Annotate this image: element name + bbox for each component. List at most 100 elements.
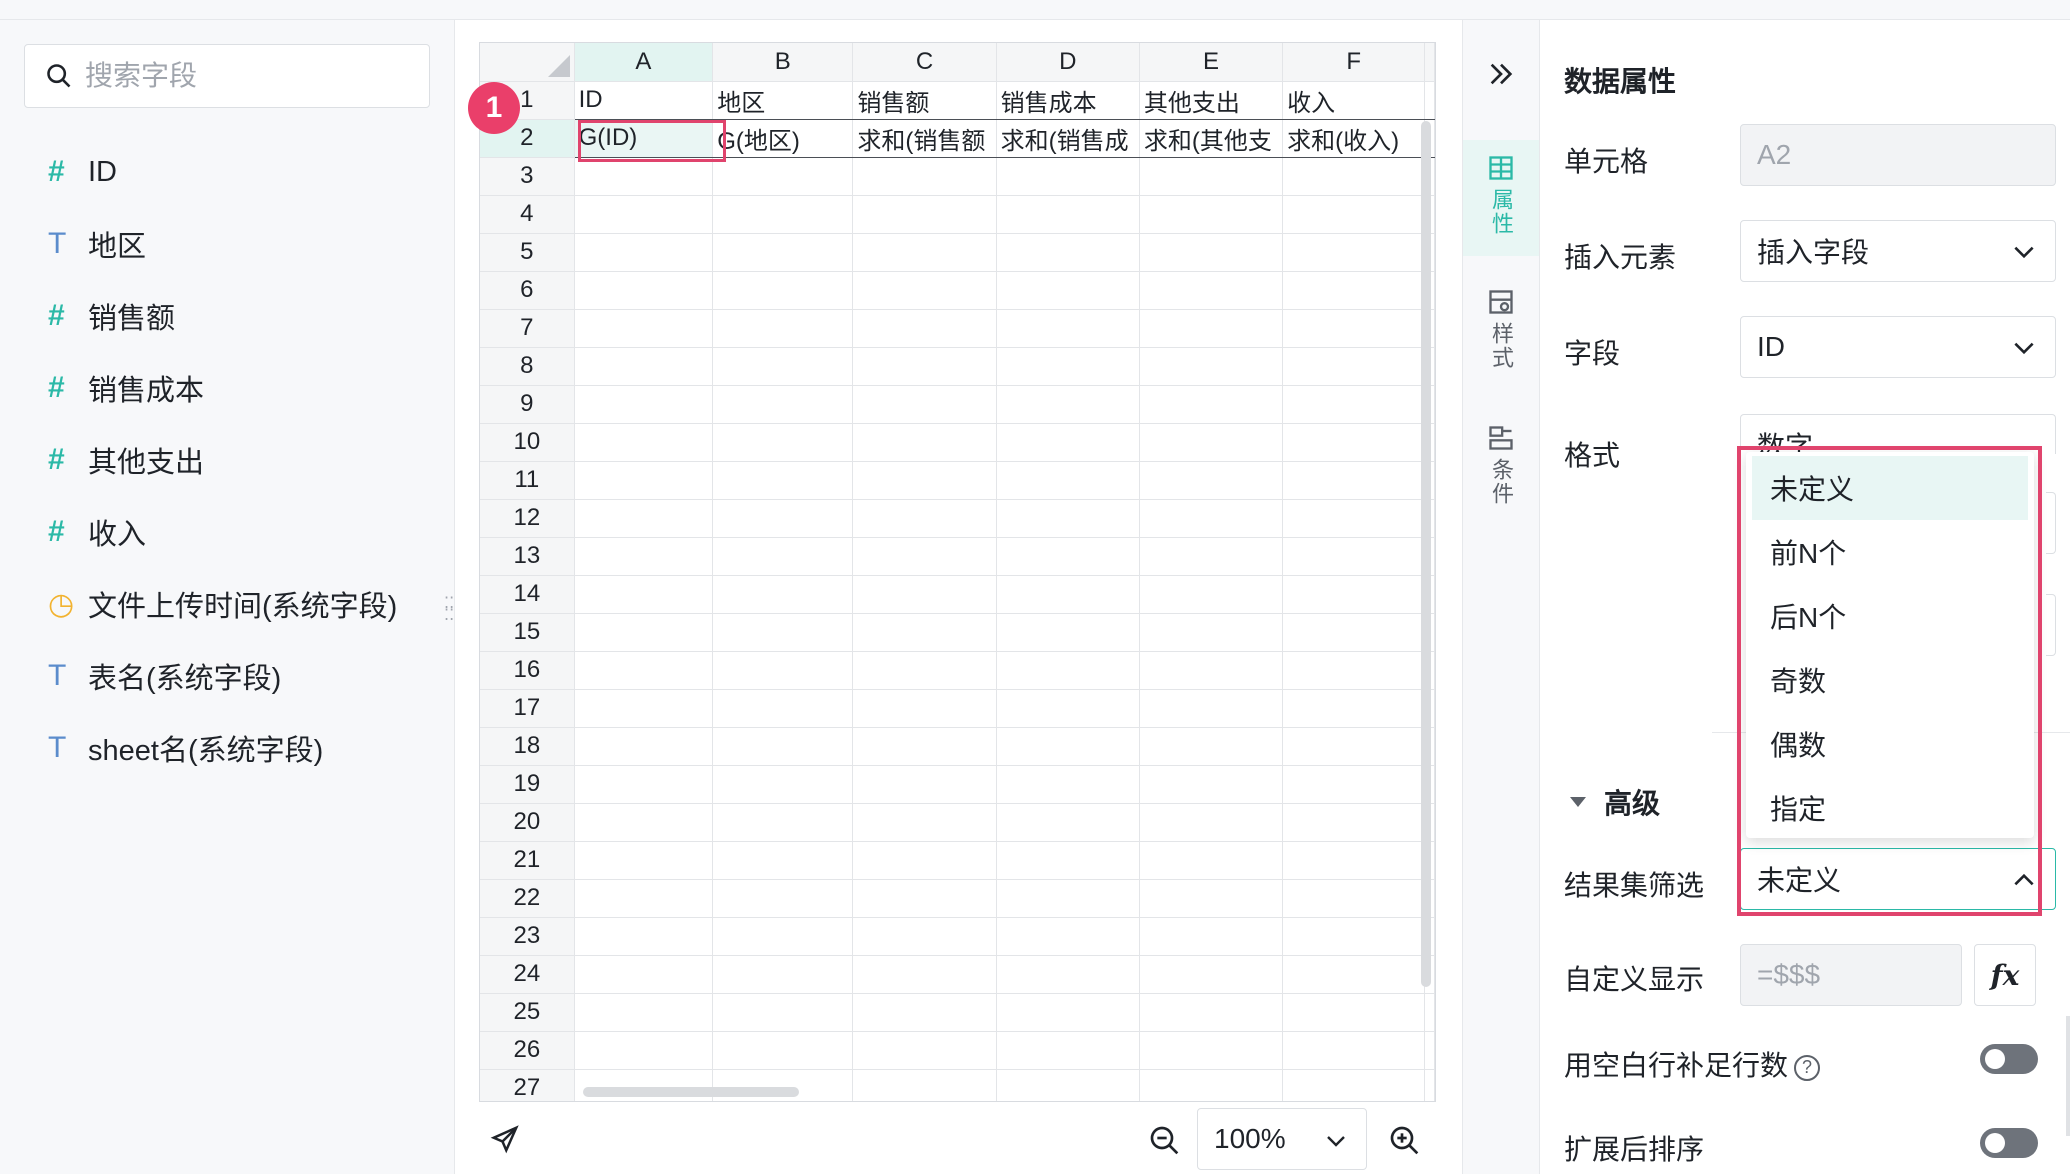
sheet-cell[interactable] <box>852 233 997 272</box>
sheet-cell[interactable] <box>574 879 714 918</box>
panel-scrollbar[interactable] <box>2066 1016 2070 1136</box>
sheet-cell[interactable]: 求和(销售成 <box>996 119 1140 158</box>
row-header[interactable]: 27 <box>480 1069 575 1101</box>
search-input[interactable] <box>85 60 415 92</box>
column-header[interactable]: D <box>996 43 1140 82</box>
sheet-cell[interactable] <box>996 803 1140 842</box>
row-header[interactable]: 8 <box>480 347 575 386</box>
tab-condition[interactable]: 条件 <box>1463 410 1539 526</box>
sheet-cell[interactable] <box>574 575 714 614</box>
sheet-cell[interactable] <box>1139 727 1284 766</box>
sheet-cell[interactable] <box>996 233 1140 272</box>
field-item[interactable]: # 销售成本 <box>48 352 397 424</box>
sheet-cell[interactable] <box>1282 271 1426 310</box>
row-header[interactable]: 14 <box>480 575 575 614</box>
sheet-cell[interactable] <box>712 917 854 956</box>
sheet-cell[interactable] <box>1282 575 1426 614</box>
search-box[interactable] <box>24 44 430 108</box>
sheet-cell[interactable] <box>852 879 997 918</box>
sheet-cell[interactable] <box>996 157 1140 196</box>
sheet-cell[interactable] <box>1139 993 1284 1032</box>
column-header[interactable]: A <box>574 43 714 82</box>
sheet-cell[interactable] <box>852 613 997 652</box>
sheet-cell[interactable] <box>574 765 714 804</box>
sheet-cell[interactable] <box>1282 347 1426 386</box>
sheet-cell[interactable]: 销售成本 <box>996 80 1140 120</box>
column-header[interactable]: B <box>712 43 854 82</box>
sheet-cell[interactable] <box>712 1069 854 1101</box>
sheet-cell[interactable] <box>712 1031 854 1070</box>
panel-resize-handle[interactable]: ⁚⁚ ⁚⁚ <box>444 596 464 634</box>
sheet-cell[interactable] <box>712 309 854 348</box>
row-header[interactable]: 4 <box>480 195 575 234</box>
sheet-cell[interactable] <box>1282 385 1426 424</box>
sheet-cell[interactable] <box>996 879 1140 918</box>
sheet-cell[interactable] <box>1282 1031 1426 1070</box>
row-header[interactable]: 20 <box>480 803 575 842</box>
sheet-cell[interactable] <box>996 1031 1140 1070</box>
sheet-cell[interactable] <box>852 423 997 462</box>
sheet-cell[interactable] <box>712 879 854 918</box>
sheet-cell[interactable]: 其他支出 <box>1139 80 1284 120</box>
row-header[interactable]: 24 <box>480 955 575 994</box>
dropdown-option[interactable]: 偶数 <box>1752 712 2028 776</box>
sort-after-expand-toggle[interactable] <box>1980 1128 2038 1158</box>
sheet-cell[interactable] <box>712 841 854 880</box>
row-header[interactable]: 13 <box>480 537 575 576</box>
dropdown-option[interactable]: 奇数 <box>1752 648 2028 712</box>
sheet-cell[interactable] <box>996 309 1140 348</box>
sheet-cell[interactable] <box>574 1069 714 1101</box>
sheet-cell[interactable] <box>1282 803 1426 842</box>
sheet-cell[interactable] <box>712 803 854 842</box>
sheet-cell[interactable] <box>712 955 854 994</box>
dropdown-option[interactable]: 后N个 <box>1752 584 2028 648</box>
sheet-cell[interactable] <box>996 423 1140 462</box>
row-header[interactable]: 26 <box>480 1031 575 1070</box>
column-header[interactable]: C <box>852 43 997 82</box>
sheet-cell[interactable] <box>996 651 1140 690</box>
field-item[interactable]: T 地区 <box>48 208 397 280</box>
sheet-cell[interactable] <box>1139 803 1284 842</box>
sheet-cell[interactable] <box>712 613 854 652</box>
sheet-cell[interactable] <box>852 841 997 880</box>
insert-element-select[interactable]: 插入字段 <box>1740 220 2056 282</box>
sheet-cell[interactable] <box>996 993 1140 1032</box>
sheet-cell[interactable] <box>852 803 997 842</box>
sheet-cell[interactable] <box>996 347 1140 386</box>
sheet-cell[interactable]: 销售额 <box>852 80 997 120</box>
sheet-cell[interactable] <box>574 233 714 272</box>
result-filter-select[interactable]: 未定义 <box>1740 848 2056 910</box>
sheet-cell[interactable] <box>996 765 1140 804</box>
sheet-cell[interactable] <box>1139 917 1284 956</box>
sheet-cell[interactable] <box>1282 917 1426 956</box>
sheet-cell[interactable] <box>996 841 1140 880</box>
select-all-corner[interactable] <box>480 43 575 82</box>
sheet-cell[interactable] <box>1139 575 1284 614</box>
send-icon[interactable] <box>490 1124 520 1154</box>
sheet-cell[interactable] <box>996 917 1140 956</box>
row-header[interactable]: 11 <box>480 461 575 500</box>
sheet-cell[interactable] <box>996 689 1140 728</box>
field-item[interactable]: Tsheet名(系统字段) <box>48 712 397 784</box>
sheet-cell[interactable] <box>852 689 997 728</box>
row-header[interactable]: 21 <box>480 841 575 880</box>
sheet-cell[interactable] <box>1139 879 1284 918</box>
sheet-cell[interactable] <box>712 195 854 234</box>
row-header[interactable]: 7 <box>480 309 575 348</box>
sheet-cell[interactable]: 求和(收入) <box>1282 119 1426 158</box>
sheet-cell[interactable] <box>1139 1031 1284 1070</box>
sheet-cell[interactable] <box>852 271 997 310</box>
sheet-cell[interactable] <box>712 157 854 196</box>
sheet-cell[interactable] <box>1282 993 1426 1032</box>
field-item[interactable]: # 其他支出 <box>48 424 397 496</box>
sheet-cell[interactable] <box>1282 499 1426 538</box>
sheet-cell[interactable] <box>1282 651 1426 690</box>
sheet-cell[interactable] <box>852 195 997 234</box>
sheet-cell[interactable] <box>1139 765 1284 804</box>
sheet-cell[interactable] <box>852 499 997 538</box>
sheet-cell[interactable] <box>996 271 1140 310</box>
field-item[interactable]: # 销售额 <box>48 280 397 352</box>
sheet-cell[interactable] <box>1139 233 1284 272</box>
sheet-cell[interactable] <box>574 271 714 310</box>
sheet-cell[interactable] <box>1282 765 1426 804</box>
